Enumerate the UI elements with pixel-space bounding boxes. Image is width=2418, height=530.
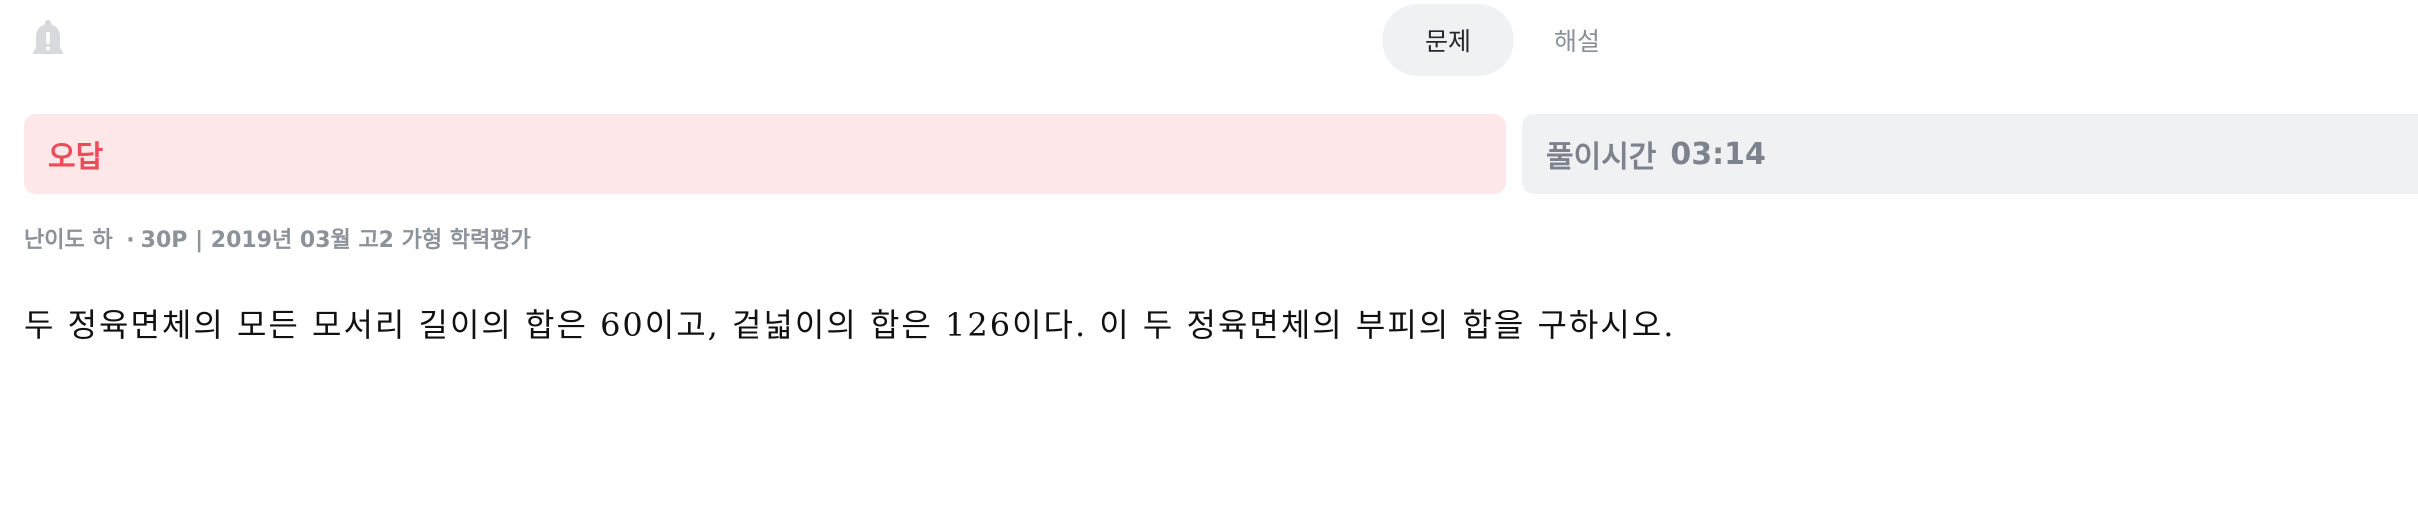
tab-problem[interactable]: 문제: [1382, 4, 1514, 76]
difficulty-label: 난이도 하: [24, 228, 113, 253]
result-label: 오답: [48, 140, 104, 175]
solve-time-banner: 풀이시간 03:14: [1522, 114, 2418, 194]
source-label: 2019년 03월 고2 가형 학력평가: [210, 228, 531, 253]
problem-page: 문제 해설 오답 풀이시간 03:14 난이도 하 · 30P | 2019년 0…: [0, 0, 2418, 530]
question-text: 두 정육면체의 모든 모서리 길이의 합은 60이고, 겉넓이의 합은 126이…: [24, 306, 1676, 344]
tab-explanation[interactable]: 해설: [1514, 4, 1600, 76]
solve-time-value: 03:14: [1670, 136, 1766, 172]
result-banner: 오답: [24, 114, 1506, 194]
bell-icon[interactable]: [24, 16, 72, 64]
meta-bar-separator: |: [195, 228, 204, 253]
solve-time-label: 풀이시간: [1546, 140, 1657, 175]
tab-bar: 문제 해설: [1382, 4, 1600, 76]
problem-meta: 난이도 하 · 30P | 2019년 03월 고2 가형 학력평가: [24, 222, 531, 254]
points-label: 30P: [140, 228, 188, 253]
meta-dot-separator: ·: [126, 228, 135, 253]
